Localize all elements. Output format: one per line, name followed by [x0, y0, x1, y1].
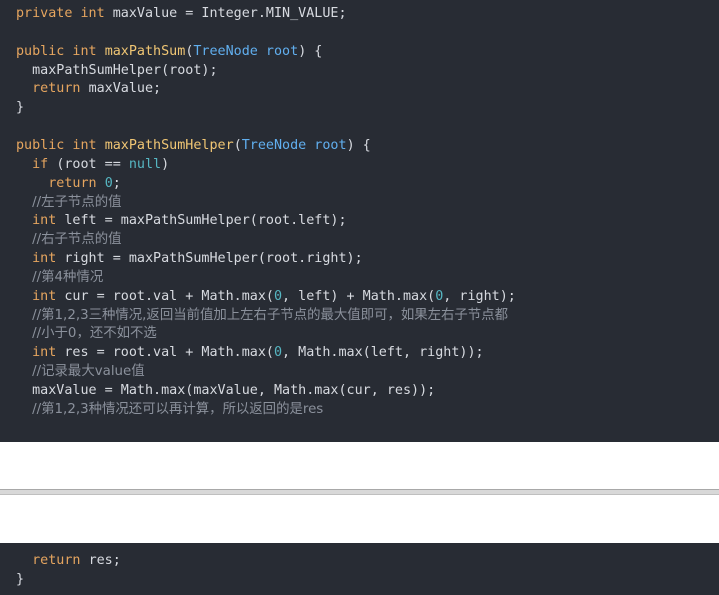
- code-line: //小于0，还不如不选: [16, 324, 157, 343]
- code-token: //第1,2,3种情况还可以再计算，所以返回的是res: [32, 401, 324, 417]
- code-line: public int maxPathSum(TreeNode root) {: [16, 42, 322, 61]
- code-token: int: [32, 251, 65, 267]
- code-line: int cur = root.val + Math.max(0, left) +…: [16, 287, 516, 306]
- code-line: //右子节点的值: [16, 230, 122, 249]
- code-token: cur = root.val + Math.max(: [64, 288, 274, 304]
- code-line: return maxValue;: [16, 79, 161, 98]
- code-line: return 0;: [16, 174, 121, 193]
- code-token: maxValue;: [88, 81, 162, 97]
- code-line: //左子节点的值: [16, 193, 122, 212]
- code-token: return: [32, 81, 89, 97]
- code-token: public int: [16, 137, 105, 153]
- code-token: //小于0，还不如不选: [32, 326, 157, 342]
- code-token: TreeNode root: [241, 137, 347, 153]
- code-line: //第1,2,3三种情况,返回当前值加上左右子节点的最大值即可，如果左右子节点都: [16, 306, 508, 325]
- code-token: //记录最大value值: [32, 364, 145, 380]
- code-token: //第1,2,3三种情况,返回当前值加上左右子节点的最大值即可，如果左右子节点都: [32, 307, 508, 323]
- code-token: //左子节点的值: [32, 194, 122, 210]
- code-token: int: [32, 213, 65, 229]
- code-line: //第1,2,3种情况还可以再计算，所以返回的是res: [16, 400, 323, 419]
- code-token: maxValue = Integer.MIN_VALUE;: [112, 6, 347, 21]
- code-token: return: [32, 553, 89, 568]
- code-line: private int maxValue = Integer.MIN_VALUE…: [16, 4, 347, 23]
- code-token: int: [32, 345, 65, 361]
- code-token: (: [233, 137, 242, 153]
- code-token: TreeNode root: [193, 43, 299, 59]
- code-token: , right);: [443, 288, 516, 304]
- code-line: public int maxPathSumHelper(TreeNode roo…: [16, 136, 371, 155]
- code-token: maxValue = Math.max(maxValue, Math.max(c…: [16, 383, 436, 398]
- code-token: //右子节点的值: [32, 232, 122, 248]
- code-token: private int: [16, 6, 113, 21]
- code-token: ): [161, 156, 170, 172]
- code-line: //第4种情况: [16, 268, 103, 287]
- code-token: res;: [88, 553, 121, 568]
- code-token: int: [32, 288, 65, 304]
- code-line: int right = maxPathSumHelper(root.right)…: [16, 249, 363, 268]
- code-line: maxValue = Math.max(maxValue, Math.max(c…: [16, 381, 435, 400]
- code-line: int res = root.val + Math.max(0, Math.ma…: [16, 343, 484, 362]
- code-token: 0: [273, 345, 283, 361]
- code-token: maxPathSum: [104, 43, 186, 59]
- code-token: ) {: [298, 43, 323, 59]
- code-line: maxPathSumHelper(root);: [16, 61, 218, 80]
- code-line: int left = maxPathSumHelper(root.left);: [16, 211, 347, 230]
- code-token: null: [128, 156, 162, 172]
- code-token: 0: [104, 175, 113, 191]
- code-token: right = maxPathSumHelper(root.right);: [64, 251, 363, 267]
- code-line: //记录最大value值: [16, 362, 145, 381]
- code-token: res = root.val + Math.max(: [64, 345, 274, 361]
- code-token: , Math.max(left, right));: [282, 345, 484, 361]
- code-token: //第4种情况: [32, 269, 104, 285]
- code-token: }: [16, 100, 25, 116]
- code-token: , left) + Math.max(: [282, 288, 436, 304]
- code-line: if (root == null): [16, 155, 169, 174]
- code-token: (root ==: [56, 156, 129, 172]
- code-token: 0: [273, 288, 283, 304]
- code-line: }: [16, 570, 24, 589]
- code-block-top: private int maxValue = Integer.MIN_VALUE…: [0, 0, 719, 442]
- code-block-bottom: return res;}: [0, 543, 719, 595]
- code-token: if: [32, 156, 57, 172]
- code-line: }: [16, 98, 24, 117]
- code-token: ;: [112, 175, 121, 191]
- page-gap-top: [0, 442, 719, 489]
- code-token: return: [48, 175, 105, 191]
- code-token: public int: [16, 43, 105, 59]
- code-token: maxPathSumHelper: [104, 137, 234, 153]
- code-line: return res;: [16, 551, 121, 570]
- page-gap-bottom: [0, 495, 719, 543]
- code-token: left = maxPathSumHelper(root.left);: [64, 213, 347, 229]
- code-token: ) {: [346, 137, 371, 153]
- code-token: }: [16, 571, 25, 587]
- code-token: maxPathSumHelper(root);: [16, 62, 218, 78]
